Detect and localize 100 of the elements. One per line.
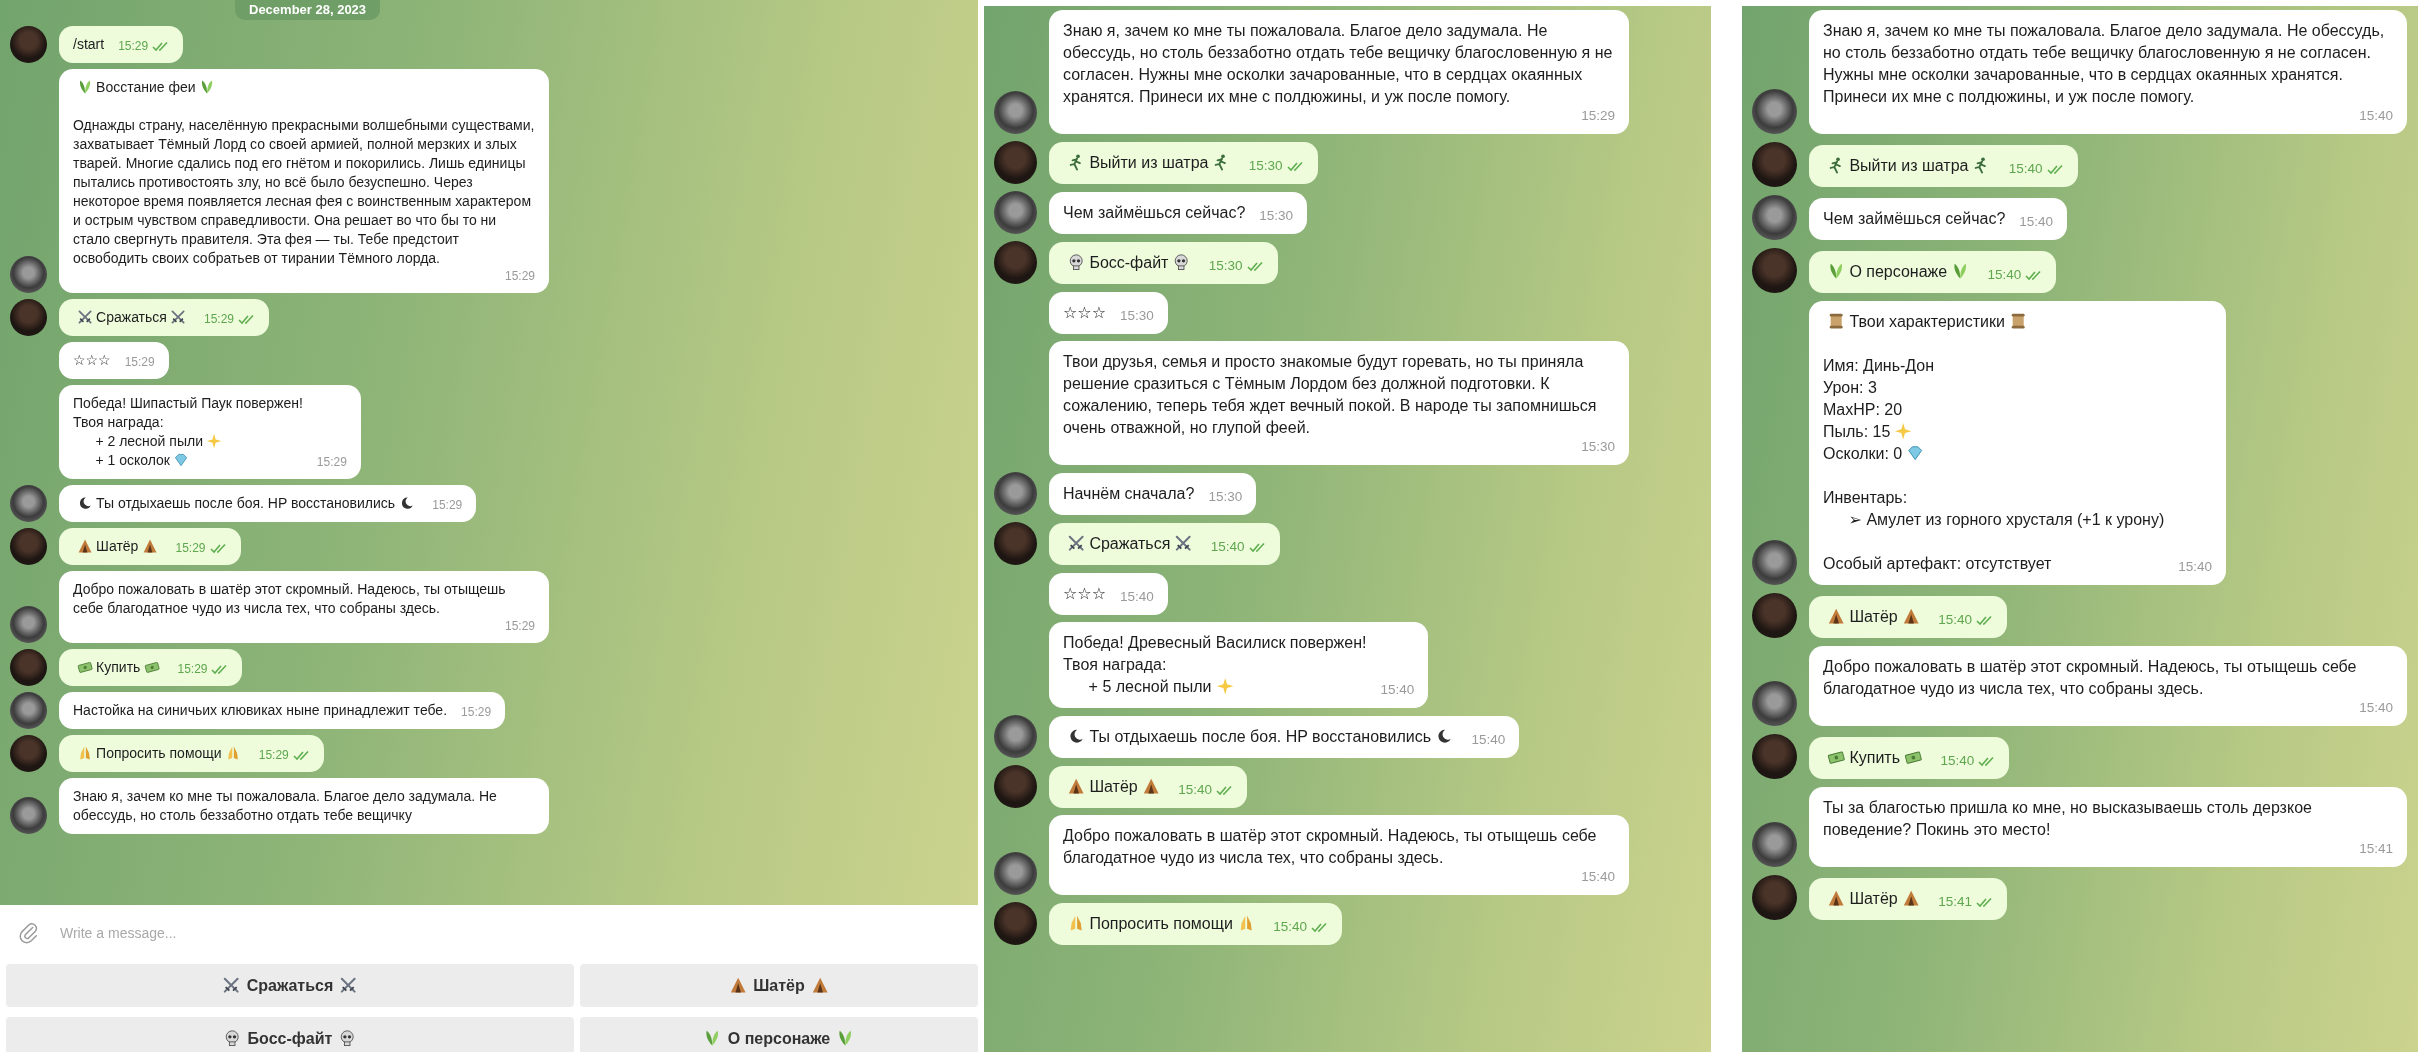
message-time: 15:40 — [2008, 161, 2043, 177]
message-text: Имя: Динь-Дон — [1823, 357, 1935, 374]
date-badge: December 28, 2023 — [235, 0, 381, 20]
keyboard-button[interactable]: Сражаться — [6, 964, 574, 1007]
message-text: Пыль: 15 — [1823, 423, 1891, 440]
skull-icon — [338, 1029, 357, 1048]
tent-icon — [1141, 776, 1161, 796]
sparkle-icon — [206, 432, 223, 449]
message-text: Твоя награда: — [1063, 656, 1167, 673]
message-text: Осколки: 0 — [1823, 445, 1903, 462]
message-text: Добро пожаловать в шатёр этот скромный. Надеюсь, ты отыщешь себе благодатное чудо из числа тех, что собраны здесь. — [1063, 827, 1597, 866]
message-text: Шатёр — [1849, 608, 1898, 625]
skull-icon — [223, 1029, 242, 1048]
message-text: Инвентарь: — [1823, 489, 1908, 506]
message-text: MaxHP: 20 — [1823, 401, 1903, 418]
message-time: 15:29 — [177, 661, 208, 677]
message-time: 15:40 — [1938, 612, 1972, 628]
message-text: Твои характеристики — [1849, 313, 2005, 330]
message-text: Купить — [96, 659, 141, 675]
message-input[interactable]: Write a message... — [58, 923, 960, 942]
tent-icon — [810, 976, 830, 995]
message-text: + 5 лесной пыли — [1088, 678, 1212, 695]
message-time: 15:29 — [504, 618, 535, 634]
gem-icon — [1906, 443, 1925, 463]
message-time: 15:40 — [1120, 589, 1154, 605]
message-text: Выйти из шатра — [1849, 157, 1969, 174]
tent-icon — [1827, 888, 1846, 908]
message-text: Шатёр — [96, 538, 139, 554]
skull-icon — [1172, 252, 1191, 272]
message-time: 15:40 — [2359, 108, 2393, 124]
message-text: Добро пожаловать в шатёр этот скромный. Надеюсь, ты отыщешь себе благодатное чудо из числа тех, что собраны здесь. — [73, 581, 506, 616]
sparkle-icon — [1894, 421, 1913, 441]
attach-icon[interactable] — [18, 921, 40, 944]
crossed-swords-icon — [76, 308, 93, 325]
message-time: 15:29 — [504, 268, 535, 284]
message-text: Настойка на синичьих клювиках ныне принадлежит тебе. — [73, 702, 448, 718]
message-text: Ты отдыхаешь после боя. HP восстановились — [96, 495, 396, 511]
message-text: ☆☆☆ — [1063, 585, 1107, 602]
message-text: Добро пожаловать в шатёр этот скромный. Надеюсь, ты отыщешь себе благодатное чудо из числа тех, что собраны здесь. — [1823, 658, 2357, 697]
crossed-swords-icon — [222, 976, 241, 995]
tent-icon — [1901, 888, 1921, 908]
message-text: Выйти из шатра — [1089, 154, 1209, 171]
message-text: Однажды страну, населённую прекрасными волшебными существами, захватывает Тёмный Лорд со своей армией, полной мерзких и злых тварей. Многие сдались под его гнётом и покорились. Лишь единицы пытались противостоять злу, но всё было безуспешно. Через некоторое время появляется лесная фея с воинственным характером и острым чувством справедливости. Она решает во что бы то ни стало свергнуть правителя. Эта фея — ты. Тебе предстоит освободить своих собратьев от тирании Тёмного лорда. — [73, 117, 535, 266]
message-text: Восстание феи — [96, 79, 196, 95]
message-time: 15:40 — [1178, 782, 1212, 798]
crossed-swords-icon — [339, 976, 358, 995]
message-text: Знаю я, зачем ко мне ты пожаловала. Благое дело задумала. Не обессудь, но столь беззаботно отдать тебе вещичку благословенную я не согласен. Нужны мне осколки зачарованные, что в сердцах окаянных хранятся. Принеси их мне с полдюжины, и уж после помогу. — [1823, 22, 2385, 105]
message-text: Купить — [1849, 749, 1900, 766]
keyboard-button[interactable]: Шатёр — [580, 964, 978, 1007]
message-text: Знаю я, зачем ко мне ты пожаловала. Благое дело задумала. Не обессудь, но столь беззаботно отдать тебе вещичку — [73, 788, 497, 823]
message-time: 15:41 — [2359, 841, 2393, 857]
message-text: Ты за благостью пришла ко мне, но высказываешь столь дерзкое поведение? Покинь это место! — [1823, 799, 2312, 838]
message-time: 15:30 — [1208, 489, 1243, 505]
message-time: 15:40 — [1987, 267, 2022, 283]
message-text: Попросить помощи — [96, 745, 222, 761]
message-text: Урон: 3 — [1823, 379, 1877, 396]
tent-icon — [1067, 776, 1086, 796]
message-time: 15:30 — [1208, 258, 1243, 274]
scroll-icon — [1827, 311, 1846, 331]
message-text: Босс-файт — [1089, 254, 1169, 271]
message-time: 15:29 — [124, 354, 155, 370]
message-time: 15:29 — [258, 747, 289, 763]
message-time: 15:30 — [1259, 208, 1294, 224]
message-time: 15:29 — [316, 454, 347, 470]
message-time: 15:40 — [1471, 732, 1506, 748]
message-time: 15:30 — [1120, 308, 1154, 324]
message-time: 15:40 — [2359, 700, 2393, 716]
message-time: 15:29 — [204, 311, 235, 327]
message-time: 15:30 — [1581, 439, 1615, 455]
crossed-swords-icon — [1174, 533, 1193, 553]
message-text: Ты отдыхаешь после боя. HP восстановились — [1089, 728, 1432, 745]
message-text: Шатёр — [1849, 890, 1898, 907]
message-text: ➢ Амулет из горного хрусталя (+1 к урону) — [1848, 511, 2165, 528]
crossed-swords-icon — [170, 308, 187, 325]
tent-icon — [728, 976, 748, 995]
message-text: /start — [73, 36, 105, 52]
message-time: 15:29 — [175, 540, 206, 556]
message-text: Победа! Шипастый Паук повержен! — [73, 395, 303, 411]
message-time: 15:40 — [1581, 869, 1615, 885]
message-text: ☆☆☆ — [73, 352, 111, 368]
keyboard-button[interactable]: Босс-файт — [6, 1017, 574, 1052]
message-text: Сражаться — [1089, 535, 1171, 552]
message-text: Начнём сначала? — [1063, 485, 1195, 502]
message-time: 15:40 — [2019, 214, 2054, 230]
message-time: 15:40 — [1380, 682, 1415, 698]
message-text: Чем займёшься сейчас? — [1063, 204, 1246, 221]
keyboard-button[interactable]: О персонаже — [580, 1017, 978, 1052]
message-time: 15:30 — [1248, 158, 1283, 174]
message-text: + 1 осколок — [95, 452, 170, 468]
message-text: Чем займёшься сейчас? — [1823, 210, 2006, 227]
message-text: О персонаже — [1849, 263, 1948, 280]
message-text: Твои друзья, семья и просто знакомые будут горевать, но ты приняла решение сразиться с Тёмным Лордом без должной подготовки. К сожалению, теперь тебя ждет вечный покой. В народе ты запомнишься очень отважной, но глупой феей. — [1063, 353, 1597, 436]
message-text: ☆☆☆ — [1063, 304, 1107, 321]
skull-icon — [1067, 252, 1086, 272]
tent-icon — [1901, 606, 1921, 626]
crossed-swords-icon — [1067, 533, 1086, 553]
message-time: 15:29 — [432, 497, 463, 513]
message-time: 15:40 — [1210, 539, 1245, 555]
tent-icon — [1827, 606, 1846, 626]
message-time: 15:40 — [1940, 753, 1975, 769]
